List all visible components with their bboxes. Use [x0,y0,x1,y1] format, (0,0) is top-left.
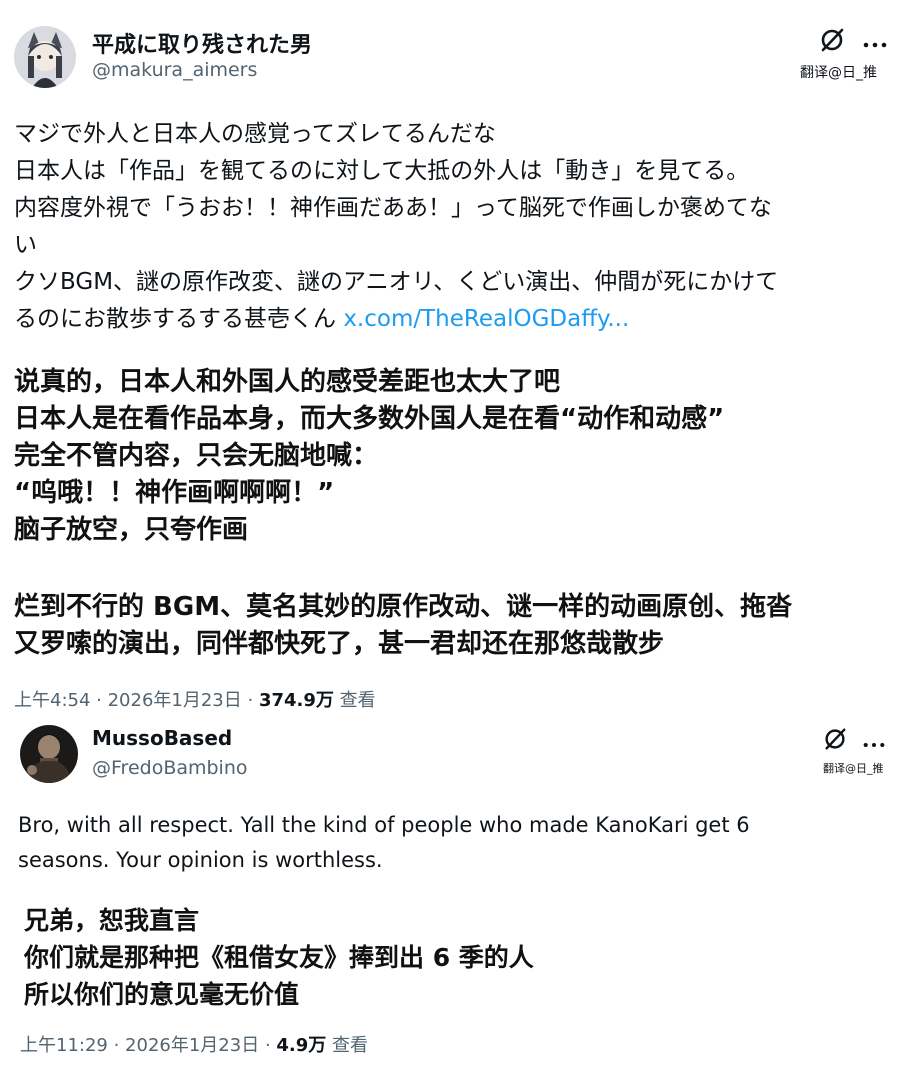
post-text-line: るのにお散歩するする甚壱くん x.com/TheRealOGDaffy... [14,299,629,333]
avatar[interactable] [14,26,76,88]
translation-line: 兄弟，恕我直言 [24,906,200,935]
handle[interactable]: @FredoBambino [92,757,248,779]
post-1: 平成に取り残された男 @makura_aimers 翻译@日_推 マジで外人と日… [0,0,911,715]
post-text-line: クソBGM、謎の原作改変、謎のアニオリ、くどい演出、仲間が死にかけて [14,269,779,295]
separator: · [259,1035,277,1056]
views-label: 查看 [332,1035,369,1056]
separator: · [241,690,259,711]
separator: · [107,1035,126,1056]
post-text-line: マジで外人と日本人の感覚ってズレてるんだな [14,121,496,147]
post-text-segment: るのにお散歩するする甚壱くん [14,306,336,332]
post-time[interactable]: 上午11:29 [20,1035,108,1056]
post-metadata: 上午4:54 · 2026年1月23日 · 374.9万 查看 [14,686,376,712]
translation-line: 脑子放空，只夸作画 [14,515,249,545]
post-text-line: Bro, with all respect. Yall the kind of … [18,813,750,837]
translation-line: “呜哦！！神作画啊啊啊！” [14,478,335,508]
post-text-line: い [14,232,37,258]
handle[interactable]: @makura_aimers [92,59,257,81]
post-text-line: 日本人は「作品」を観てるのに対して大抵の外人は「動き」を見てる。 [14,158,750,184]
post-time[interactable]: 上午4:54 [14,690,90,711]
translation-line: 你们就是那种把《租借女友》捧到出 6 季的人 [24,943,534,972]
translation-line: 又罗嗦的演出，同伴都快死了，甚一君却还在那悠哉散步 [14,629,665,659]
post-metadata: 上午11:29 · 2026年1月23日 · 4.9万 查看 [20,1031,368,1057]
translator-watermark: 翻译@日_推 [823,762,884,775]
slashed-circle-icon[interactable] [822,726,848,752]
translation-line: 日本人是在看作品本身，而大多数外国人是在看“动作和动感” [14,404,725,434]
more-dots-icon[interactable] [862,35,888,48]
display-name[interactable]: MussoBased [92,726,232,750]
post-text-line: seasons. Your opinion is worthless. [18,848,383,872]
translator-watermark: 翻译@日_推 [800,65,877,81]
display-name[interactable]: 平成に取り残された男 [92,27,312,59]
translation-line: 完全不管内容，只会无脑地喊： [14,441,379,471]
separator: · [90,690,108,711]
translation-line: 烂到不行的 BGM、莫名其妙的原作改动、谜一样的动画原创、拖沓 [14,592,793,622]
translation-line: 说真的，日本人和外国人的感受差距也太大了吧 [14,367,561,397]
avatar[interactable] [20,725,78,783]
post-date[interactable]: 2026年1月23日 [125,1035,259,1056]
slashed-circle-icon[interactable] [818,26,846,54]
post-date[interactable]: 2026年1月23日 [108,690,242,711]
post-text-line: 内容度外視で「うおお！！神作画だああ！」って脳死で作画しか褒めてな [14,195,772,221]
more-dots-icon[interactable] [862,735,886,748]
post-2: MussoBased @FredoBambino 翻译@日_推 Bro, wit… [0,715,911,1080]
view-count: 374.9万 [258,690,334,711]
view-count: 4.9万 [276,1035,327,1056]
views-label: 查看 [339,690,376,711]
post-link[interactable]: x.com/TheRealOGDaffy... [343,306,629,332]
translation-line: 所以你们的意见毫无价值 [24,980,300,1009]
